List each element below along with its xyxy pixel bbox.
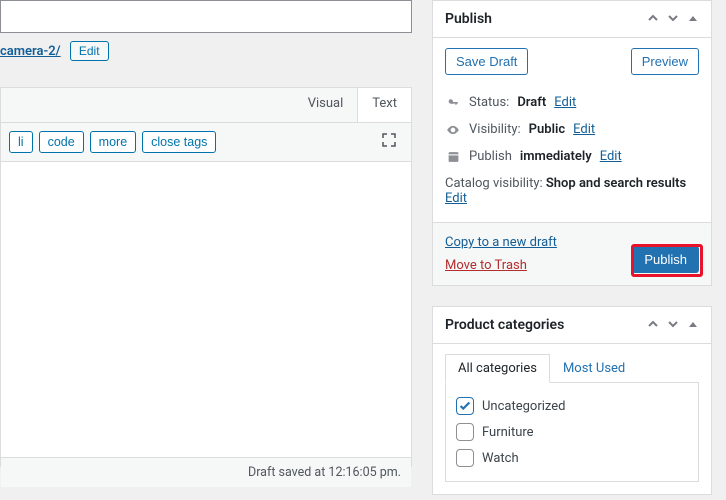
checkbox[interactable] xyxy=(456,423,474,441)
tab-most-used[interactable]: Most Used xyxy=(550,354,638,383)
tab-all-categories[interactable]: All categories xyxy=(445,354,550,383)
chevron-down-icon[interactable] xyxy=(667,318,679,333)
permalink: camera-2/ Edit xyxy=(0,41,422,61)
tab-visual[interactable]: Visual xyxy=(294,88,358,122)
checkbox[interactable] xyxy=(456,449,474,467)
save-draft-button[interactable]: Save Draft xyxy=(445,48,528,75)
move-to-trash-link[interactable]: Move to Trash xyxy=(445,258,527,273)
schedule-line: Publish immediately Edit xyxy=(445,143,699,170)
title-input[interactable] xyxy=(0,0,412,33)
list-item[interactable]: Watch xyxy=(456,445,688,471)
collapse-icon[interactable] xyxy=(687,318,699,333)
collapse-icon[interactable] xyxy=(687,12,699,27)
more-button[interactable]: more xyxy=(90,131,136,153)
editor-tabs: Visual Text xyxy=(1,88,411,123)
close-tags-button[interactable]: close tags xyxy=(142,131,216,153)
editor: Visual Text li code more close tags Draf… xyxy=(0,87,412,467)
calendar-icon xyxy=(445,150,461,163)
publish-box: Publish Save Draft Preview xyxy=(432,0,712,286)
categories-box: Product categories All categories Most U… xyxy=(432,306,712,495)
chevron-down-icon[interactable] xyxy=(667,12,679,27)
edit-visibility-link[interactable]: Edit xyxy=(573,122,595,137)
publish-button[interactable]: Publish xyxy=(632,246,699,273)
editor-textarea[interactable] xyxy=(1,162,411,457)
edit-slug-button[interactable]: Edit xyxy=(70,41,109,61)
tab-text[interactable]: Text xyxy=(357,88,411,122)
checkbox[interactable] xyxy=(456,397,474,415)
preview-button[interactable]: Preview xyxy=(631,48,699,75)
edit-schedule-link[interactable]: Edit xyxy=(600,149,622,164)
fullscreen-icon[interactable] xyxy=(381,132,397,152)
permalink-slug[interactable]: camera-2/ xyxy=(0,44,61,59)
visibility-line: Visibility: Public Edit xyxy=(445,116,699,143)
eye-icon xyxy=(445,123,461,137)
key-icon xyxy=(445,96,461,109)
list-item[interactable]: Furniture xyxy=(456,419,688,445)
editor-footer: Draft saved at 12:16:05 pm. xyxy=(1,457,411,487)
edit-catalog-link[interactable]: Edit xyxy=(445,191,467,206)
publish-title: Publish xyxy=(445,11,492,27)
catalog-line: Catalog visibility: Shop and search resu… xyxy=(445,170,699,212)
edit-status-link[interactable]: Edit xyxy=(554,95,576,110)
li-button[interactable]: li xyxy=(9,131,33,153)
category-list: Uncategorized Furniture Watch xyxy=(445,382,699,482)
code-button[interactable]: code xyxy=(39,131,84,153)
chevron-up-icon[interactable] xyxy=(647,12,659,27)
status-line: Status: Draft Edit xyxy=(445,89,699,116)
chevron-up-icon[interactable] xyxy=(647,318,659,333)
list-item[interactable]: Uncategorized xyxy=(456,393,688,419)
categories-title: Product categories xyxy=(445,317,564,333)
editor-toolbar: li code more close tags xyxy=(1,123,411,162)
